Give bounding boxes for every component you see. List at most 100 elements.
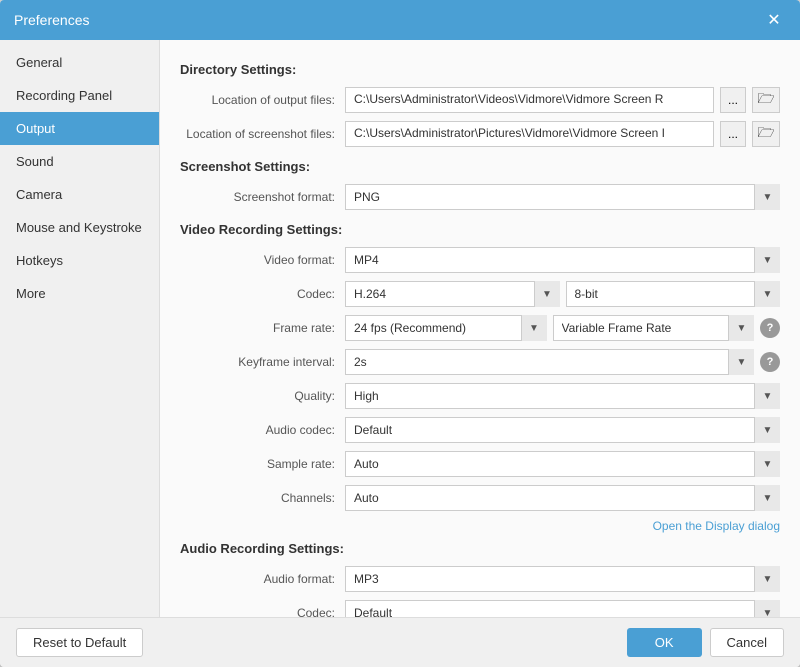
sidebar-item-hotkeys[interactable]: Hotkeys [0,244,159,277]
audio-codec2-label: Codec: [180,606,345,617]
audio-codec-label: Audio codec: [180,423,345,437]
framerate-wrapper: 24 fps (Recommend)30 fps60 fps ▼ [345,315,547,341]
audio-format-label: Audio format: [180,572,345,586]
keyframe-controls: 2s5s10s ▼ ? [345,349,780,375]
framerate-label: Frame rate: [180,321,345,335]
quality-wrapper: HighMediumLow ▼ [345,383,780,409]
sample-rate-wrapper: Auto44100 Hz48000 Hz ▼ [345,451,780,477]
sidebar-item-output[interactable]: Output [0,112,159,145]
audio-codec2-controls: DefaultAACMP3 ▼ [345,600,780,617]
screenshot-location-row: Location of screenshot files: C:\Users\A… [180,121,780,147]
quality-label: Quality: [180,389,345,403]
audio-codec-controls: DefaultAACMP3 ▼ [345,417,780,443]
keyframe-row: Keyframe interval: 2s5s10s ▼ ? [180,349,780,375]
sidebar-item-more[interactable]: More [0,277,159,310]
directory-section-title: Directory Settings: [180,62,780,77]
framerate-select[interactable]: 24 fps (Recommend)30 fps60 fps [345,315,547,341]
video-format-label: Video format: [180,253,345,267]
keyframe-select[interactable]: 2s5s10s [345,349,754,375]
screenshot-format-select[interactable]: PNG JPG BMP GIF TIFF [345,184,780,210]
audio-section-title: Audio Recording Settings: [180,541,780,556]
quality-row: Quality: HighMediumLow ▼ [180,383,780,409]
audio-format-wrapper: MP3AACWAVFLAC ▼ [345,566,780,592]
keyframe-wrapper: 2s5s10s ▼ [345,349,754,375]
screenshot-location-controls: C:\Users\Administrator\Pictures\Vidmore\… [345,121,780,147]
bit-depth-wrapper: 8-bit10-bit ▼ [566,281,781,307]
video-format-wrapper: MP4MOVAVIMKV ▼ [345,247,780,273]
video-format-controls: MP4MOVAVIMKV ▼ [345,247,780,273]
codec-wrapper: H.264H.265VP9 ▼ [345,281,560,307]
sidebar-item-camera[interactable]: Camera [0,178,159,211]
output-location-row: Location of output files: C:\Users\Admin… [180,87,780,113]
audio-format-select[interactable]: MP3AACWAVFLAC [345,566,780,592]
video-section-title: Video Recording Settings: [180,222,780,237]
display-dialog-link[interactable]: Open the Display dialog [653,519,780,533]
screenshot-format-row: Screenshot format: PNG JPG BMP GIF TIFF … [180,184,780,210]
bit-depth-select[interactable]: 8-bit10-bit [566,281,781,307]
preferences-dialog: Preferences ✕ General Recording Panel Ou… [0,0,800,667]
sidebar-item-general[interactable]: General [0,46,159,79]
sample-rate-row: Sample rate: Auto44100 Hz48000 Hz ▼ [180,451,780,477]
channels-row: Channels: AutoMonoStereo ▼ [180,485,780,511]
variable-framerate-wrapper: Variable Frame RateConstant Frame Rate ▼ [553,315,755,341]
sample-rate-label: Sample rate: [180,457,345,471]
codec-select[interactable]: H.264H.265VP9 [345,281,560,307]
output-dots-button[interactable]: ... [720,87,746,113]
close-button[interactable]: ✕ [762,8,786,32]
reset-button[interactable]: Reset to Default [16,628,143,657]
channels-label: Channels: [180,491,345,505]
framerate-help-button[interactable]: ? [760,318,780,338]
screenshot-format-label: Screenshot format: [180,190,345,204]
screenshot-format-controls: PNG JPG BMP GIF TIFF ▼ [345,184,780,210]
framerate-controls: 24 fps (Recommend)30 fps60 fps ▼ Variabl… [345,315,780,341]
dialog-title: Preferences [14,12,89,28]
screenshot-location-label: Location of screenshot files: [180,127,345,141]
channels-controls: AutoMonoStereo ▼ [345,485,780,511]
codec-controls: H.264H.265VP9 ▼ 8-bit10-bit ▼ [345,281,780,307]
channels-select[interactable]: AutoMonoStereo [345,485,780,511]
audio-codec2-row: Codec: DefaultAACMP3 ▼ [180,600,780,617]
screenshot-dots-button[interactable]: ... [720,121,746,147]
sidebar-item-mouse-keystroke[interactable]: Mouse and Keystroke [0,211,159,244]
folder-icon-2: 🗁 [757,122,774,146]
audio-codec-row: Audio codec: DefaultAACMP3 ▼ [180,417,780,443]
folder-icon: 🗁 [757,88,774,112]
sample-rate-select[interactable]: Auto44100 Hz48000 Hz [345,451,780,477]
audio-format-controls: MP3AACWAVFLAC ▼ [345,566,780,592]
quality-select[interactable]: HighMediumLow [345,383,780,409]
display-link-row: Open the Display dialog [180,519,780,533]
footer-actions: OK Cancel [627,628,784,657]
ok-button[interactable]: OK [627,628,702,657]
cancel-button[interactable]: Cancel [710,628,784,657]
title-bar: Preferences ✕ [0,0,800,40]
keyframe-help-button[interactable]: ? [760,352,780,372]
keyframe-label: Keyframe interval: [180,355,345,369]
framerate-row: Frame rate: 24 fps (Recommend)30 fps60 f… [180,315,780,341]
dialog-footer: Reset to Default OK Cancel [0,617,800,667]
channels-wrapper: AutoMonoStereo ▼ [345,485,780,511]
sidebar-item-recording-panel[interactable]: Recording Panel [0,79,159,112]
audio-codec-wrapper: DefaultAACMP3 ▼ [345,417,780,443]
video-format-select[interactable]: MP4MOVAVIMKV [345,247,780,273]
screenshot-path-display: C:\Users\Administrator\Pictures\Vidmore\… [345,121,714,147]
sidebar-item-sound[interactable]: Sound [0,145,159,178]
video-format-row: Video format: MP4MOVAVIMKV ▼ [180,247,780,273]
main-content: Directory Settings: Location of output f… [160,40,800,617]
audio-format-row: Audio format: MP3AACWAVFLAC ▼ [180,566,780,592]
output-path-display: C:\Users\Administrator\Videos\Vidmore\Vi… [345,87,714,113]
sidebar: General Recording Panel Output Sound Cam… [0,40,160,617]
variable-framerate-select[interactable]: Variable Frame RateConstant Frame Rate [553,315,755,341]
quality-controls: HighMediumLow ▼ [345,383,780,409]
output-location-controls: C:\Users\Administrator\Videos\Vidmore\Vi… [345,87,780,113]
audio-codec2-wrapper: DefaultAACMP3 ▼ [345,600,780,617]
screenshot-folder-button[interactable]: 🗁 [752,121,780,147]
codec-label: Codec: [180,287,345,301]
codec-row: Codec: H.264H.265VP9 ▼ 8-bit10-bit ▼ [180,281,780,307]
output-location-label: Location of output files: [180,93,345,107]
dialog-body: General Recording Panel Output Sound Cam… [0,40,800,617]
screenshot-section-title: Screenshot Settings: [180,159,780,174]
sample-rate-controls: Auto44100 Hz48000 Hz ▼ [345,451,780,477]
output-folder-button[interactable]: 🗁 [752,87,780,113]
audio-codec-select[interactable]: DefaultAACMP3 [345,417,780,443]
audio-codec2-select[interactable]: DefaultAACMP3 [345,600,780,617]
